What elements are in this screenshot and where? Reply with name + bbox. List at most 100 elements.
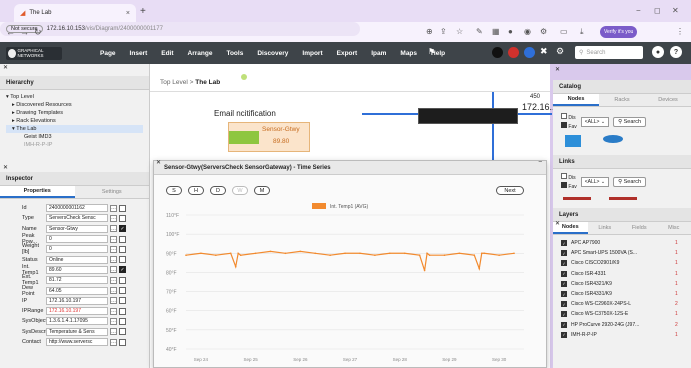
settings-gear-icon[interactable]: ⚙ [556, 46, 564, 57]
layer-item[interactable]: ✓ IMH-R-P-IP 1 [553, 330, 691, 340]
property-more-button[interactable]: … [110, 297, 117, 305]
layer-checkbox[interactable]: ✓ [561, 240, 567, 247]
catalog-dis-checkbox[interactable] [561, 113, 567, 119]
tab-layers-links[interactable]: Links [588, 222, 623, 234]
layer-checkbox[interactable]: ✓ [561, 260, 567, 267]
email-notify-icon[interactable] [241, 74, 247, 80]
catalog-router-icon[interactable] [603, 135, 623, 143]
layer-checkbox[interactable]: ✓ [561, 301, 567, 308]
property-checkbox[interactable] [119, 338, 126, 346]
layer-item[interactable]: ✓ APC Smart-UPS 1500VA (S... 1 [553, 248, 691, 258]
extension-circle-icon[interactable]: ● [508, 27, 513, 36]
tab-catalog-devices[interactable]: Devices [645, 94, 691, 106]
property-value-field[interactable]: Temperature & Sens [46, 327, 108, 336]
property-more-button[interactable]: … [110, 266, 117, 274]
extension-puzzle-icon[interactable]: ⚙ [540, 27, 547, 36]
reload-icon[interactable]: ↻ [34, 27, 42, 38]
restore-icon[interactable]: ◻ [654, 6, 661, 15]
catalog-close-icon[interactable]: ✕ [555, 66, 560, 73]
property-more-button[interactable]: … [110, 287, 117, 295]
property-more-button[interactable]: … [110, 225, 117, 233]
browser-menu-icon[interactable]: ⋮ [676, 27, 684, 36]
layer-checkbox[interactable]: ✓ [561, 291, 567, 298]
series-point[interactable] [388, 252, 391, 255]
status-dark-icon[interactable] [492, 47, 503, 58]
series-point[interactable] [426, 252, 428, 255]
menu-ipam[interactable]: Ipam [371, 50, 386, 57]
extension-shield-icon[interactable]: ◉ [524, 27, 531, 36]
tab-settings[interactable]: Settings [75, 186, 150, 198]
tree-item-discovered[interactable]: ▸ Discovered Resources [6, 101, 143, 109]
menu-page[interactable]: Page [100, 50, 116, 57]
links-all-select[interactable]: <ALL> ⌄ [580, 177, 610, 187]
bookmark-star-icon[interactable]: ☆ [456, 27, 463, 36]
link-red-icon[interactable] [609, 197, 637, 200]
property-value-field[interactable]: 172.16.10.197 [46, 296, 108, 305]
dialog-close-icon[interactable]: ✕ [156, 159, 161, 166]
property-more-button[interactable]: … [110, 338, 117, 346]
sensor-node[interactable]: Sensor-Gtwy 89.80 [228, 122, 310, 152]
layer-checkbox[interactable]: ✓ [561, 321, 567, 328]
menu-import[interactable]: Import [302, 50, 322, 57]
series-line[interactable] [185, 250, 515, 271]
series-point[interactable] [374, 254, 376, 256]
series-point[interactable] [215, 254, 217, 256]
series-point[interactable] [498, 254, 500, 256]
links-search-button[interactable]: ⚲ Search [613, 177, 647, 187]
range-seconds-button[interactable]: S [166, 186, 182, 195]
series-point[interactable] [344, 252, 346, 255]
property-checkbox[interactable] [119, 297, 126, 305]
back-icon[interactable]: ← [6, 27, 15, 37]
layer-item[interactable]: ✓ Cisco ISR-4331 1 [553, 269, 691, 279]
layer-checkbox[interactable]: ✓ [561, 331, 567, 338]
hierarchy-close-icon[interactable]: ✕ [3, 64, 8, 71]
dialog-minimize-icon[interactable]: – [539, 159, 542, 165]
property-more-button[interactable]: … [110, 214, 117, 222]
minimize-icon[interactable]: − [636, 6, 641, 15]
tree-item-racks[interactable]: ▸ Rack Elevations [6, 117, 143, 125]
property-more-button[interactable]: … [110, 328, 117, 336]
tab-close-icon[interactable]: × [126, 10, 130, 17]
range-hours-button[interactable]: H [188, 186, 204, 195]
series-point[interactable] [403, 252, 406, 255]
address-bar[interactable]: Not secure 172.16.10.153/vis/Diagram/240… [0, 22, 360, 36]
property-checkbox[interactable] [119, 317, 126, 325]
flag-icon[interactable]: ⚑ [428, 47, 435, 56]
menu-insert[interactable]: Insert [130, 50, 148, 57]
property-more-button[interactable]: … [110, 204, 117, 212]
property-checkbox[interactable]: ✓ [119, 266, 126, 274]
property-checkbox[interactable] [119, 235, 126, 243]
menu-tools[interactable]: Tools [226, 50, 243, 57]
series-point[interactable] [478, 267, 481, 270]
layer-item[interactable]: ✓ Cisco ISR4321/K9 1 [553, 279, 691, 289]
series-point[interactable] [234, 265, 237, 268]
series-point[interactable] [284, 252, 287, 255]
series-point[interactable] [269, 250, 272, 253]
series-point[interactable] [254, 252, 257, 255]
menu-export[interactable]: Export [337, 50, 358, 57]
switch-device[interactable] [418, 108, 518, 124]
property-value-field[interactable]: 2400000001162 [46, 204, 108, 213]
tab-catalog-racks[interactable]: Racks [599, 94, 645, 106]
layer-checkbox[interactable]: ✓ [561, 280, 567, 287]
series-point[interactable] [329, 254, 331, 256]
inspector-close-icon[interactable]: ✕ [3, 164, 8, 171]
series-point[interactable] [480, 252, 483, 255]
property-more-button[interactable]: … [110, 245, 117, 253]
property-more-button[interactable]: … [110, 317, 117, 325]
layer-item[interactable]: ✓ APC AP7900 1 [553, 238, 691, 248]
catalog-snowflake-icon[interactable] [565, 135, 581, 147]
property-more-button[interactable]: … [110, 235, 117, 243]
tree-item-geist[interactable]: Geist IMD3 [6, 133, 143, 141]
menu-discovery[interactable]: Discovery [257, 50, 288, 57]
series-point[interactable] [200, 252, 202, 255]
series-point[interactable] [423, 269, 426, 272]
menu-arrange[interactable]: Arrange [188, 50, 213, 57]
close-window-icon[interactable]: ✕ [672, 6, 679, 15]
property-value-field[interactable]: Sensor-Gtwy [46, 224, 108, 233]
breadcrumb-root[interactable]: Top Level [160, 79, 188, 86]
range-weeks-button[interactable]: W [232, 186, 248, 195]
property-checkbox[interactable] [119, 256, 126, 264]
menu-edit[interactable]: Edit [161, 50, 173, 57]
layer-checkbox[interactable]: ✓ [561, 250, 567, 257]
